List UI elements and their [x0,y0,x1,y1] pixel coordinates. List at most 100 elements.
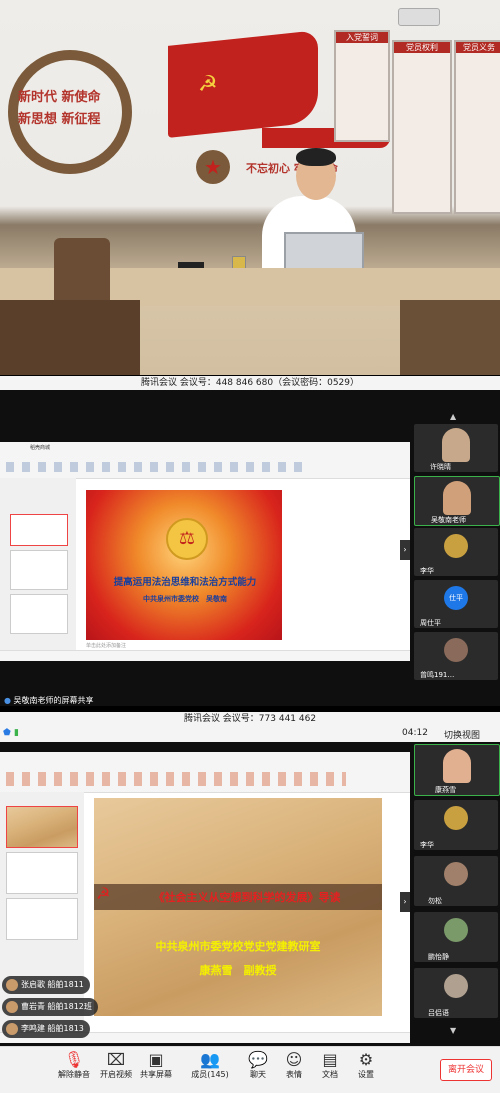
participant-tile-1[interactable]: 许晓晴 [414,424,498,472]
oath-board-title: 入党誓词 [336,32,388,43]
slide-thumb-1[interactable] [10,514,68,546]
participant-name-5: 曾鸣191… [420,671,455,679]
shield-icon: ⬟ [3,728,11,738]
participant-name-3: 李华 [420,567,434,575]
leave-meeting-button[interactable]: 离开会议 [440,1059,492,1081]
slide-title-2: 提高运用法治思维和法治方式能力 [113,577,257,588]
wall-slogan-line1: 新时代 新使命 [18,90,101,105]
chat-text-3: 李鸣建 船舶1813 [21,1024,84,1033]
wps-ribbon-3 [0,752,410,793]
ribbon-icons-2 [6,462,306,472]
chat-avatar-2 [6,1000,18,1013]
star-emblem-icon: ★ [196,150,230,184]
slide-thumb-3-1[interactable] [6,806,78,848]
participant-video-2 [443,481,471,515]
chat-message-3: 李鸣建 船舶1813 [2,1020,90,1038]
chair-front [0,300,140,375]
participant-tile-2[interactable]: 吴敬南老师 [414,476,500,526]
participant-name-4: 周仕平 [420,619,441,627]
notes-area-2[interactable]: 单击此处添加备注 [86,642,386,650]
participant3-avatar-5 [444,974,468,998]
participant-tile-3[interactable]: 李华 [414,528,498,576]
participant3-name-2: 李华 [420,841,434,849]
unmute-button[interactable]: 🎙 解除静音 [54,1051,94,1080]
meeting-room-photo: 新时代 新使命 新思想 新征程 ☭ 不忘初心 牢记使命 ★ 入党誓词 党员权利 … [0,0,500,375]
unmute-label: 解除静音 [58,1070,90,1079]
chat-avatar-1 [6,978,18,991]
slide-thumb-3-2[interactable] [6,852,78,894]
start-video-label: 开启视频 [100,1070,132,1079]
ribbon-icons-3 [6,772,346,786]
settings-button[interactable]: ⚙ 设置 [346,1051,386,1080]
scroll-up-icon[interactable]: ▲ [450,412,456,421]
participant3-name-4: 鹏怡静 [428,953,449,961]
chat-message-2: 曹岩青 船舶1812班 [2,998,98,1016]
settings-label: 设置 [358,1070,374,1079]
chat-message-1: 张启歌 船舶1811 [2,976,90,994]
participant-tile-4[interactable]: 仕平 周仕平 [414,580,498,628]
wall-slogan-line2: 新思想 新征程 [18,112,101,127]
panel-collapse-arrow-3[interactable]: › [400,892,410,912]
chat-icon: 💬 [248,1050,268,1069]
participant-name-2: 吴敬南老师 [431,516,466,524]
document-label: 文档 [322,1070,338,1079]
chat-avatar-3 [6,1022,18,1035]
meeting-info-3: 腾讯会议 会议号：773 441 462 [183,714,317,724]
meeting-title-bar-3: 腾讯会议 会议号：773 441 462 [0,712,500,726]
participant3-name-1: 康燕雪 [435,786,456,794]
participant-avatar-3 [444,534,468,558]
hammer-sickle-icon-3: ☭ [96,884,111,903]
party-flag [168,30,318,138]
top-strip-3: ⬟ ▮ 04:12 切换视图 [0,726,500,742]
status-bar-2 [0,650,410,661]
participant3-tile-3[interactable]: 勿松 [414,856,498,906]
duties-board: 党员义务 [454,40,500,214]
members-label: 成员(145) [191,1070,229,1079]
participant-tile-5[interactable]: 曾鸣191… [414,632,498,680]
chat-text-1: 张启歌 船舶1811 [21,980,84,989]
participant3-tile-1[interactable]: 康燕雪 [414,744,500,796]
slide-thumb-2[interactable] [10,550,68,590]
slide-thumb-3-3[interactable] [6,898,78,940]
participant3-name-5: 吕侣语 [428,1009,449,1017]
participant3-avatar-4 [444,918,468,942]
participant-name-1: 许晓晴 [430,463,451,471]
participants-panel-2: ▲ 许晓晴 吴敬南老师 李华 仕平 周仕平 曾鸣191… [410,410,500,680]
participant3-video-1 [443,749,471,783]
chair-right [400,300,500,375]
members-button[interactable]: 👥 成员(145) [190,1051,230,1080]
share-screen-button[interactable]: ▣ 共享屏幕 [136,1051,176,1080]
participant3-tile-4[interactable]: 鹏怡静 [414,912,498,962]
court-emblem-icon: ⚖ [166,518,208,560]
start-video-button[interactable]: ⌧ 开启视频 [96,1051,136,1080]
hammer-sickle-icon: ☭ [198,72,218,97]
document-icon: ▤ [322,1050,338,1069]
signal-icon: ▮ [14,728,19,738]
camera-off-icon: ⌧ [106,1050,126,1069]
duties-board-title: 党员义务 [456,42,500,53]
slide-title-3: 《社会主义从空想到科学的发展》导读 [153,891,341,904]
panel-collapse-arrow-2[interactable]: › [400,540,410,560]
emoji-icon: ☺ [285,1050,303,1069]
participant3-tile-2[interactable]: 李华 [414,800,498,850]
main-slide-2 [86,490,282,640]
speaker-hair [296,148,336,166]
share-user-icon: ● [4,696,11,705]
members-icon: 👥 [200,1050,220,1069]
scroll-down-icon[interactable]: ▼ [450,1026,456,1035]
participant3-tile-5[interactable]: 吕侣语 [414,968,498,1018]
slide-line2-3: 中共泉州市委党校党史党建教研室 [155,940,321,953]
meeting-title-bar-2: 腾讯会议 会议号：448 846 680（会议密码：0529） [0,376,500,390]
slide-line3-3: 康燕雪 副教授 [199,964,277,977]
document-button[interactable]: ▤ 文档 [310,1051,350,1080]
switch-view-button[interactable]: 切换视图 [444,728,480,741]
screen-share-icon: ▣ [148,1050,164,1069]
slide-thumb-3[interactable] [10,594,68,634]
wps-tab-2[interactable]: 稻壳商城 [30,444,50,451]
participant3-name-3: 勿松 [428,897,442,905]
participants-panel-3: 康燕雪 李华 勿松 鹏怡静 吕侣语 ▼ [410,744,500,1044]
emoji-button[interactable]: ☺ 表情 [274,1051,314,1080]
rights-board-title: 党员权利 [394,42,450,53]
chat-button[interactable]: 💬 聊天 [238,1051,278,1080]
chat-text-2: 曹岩青 船舶1812班 [21,1002,92,1011]
